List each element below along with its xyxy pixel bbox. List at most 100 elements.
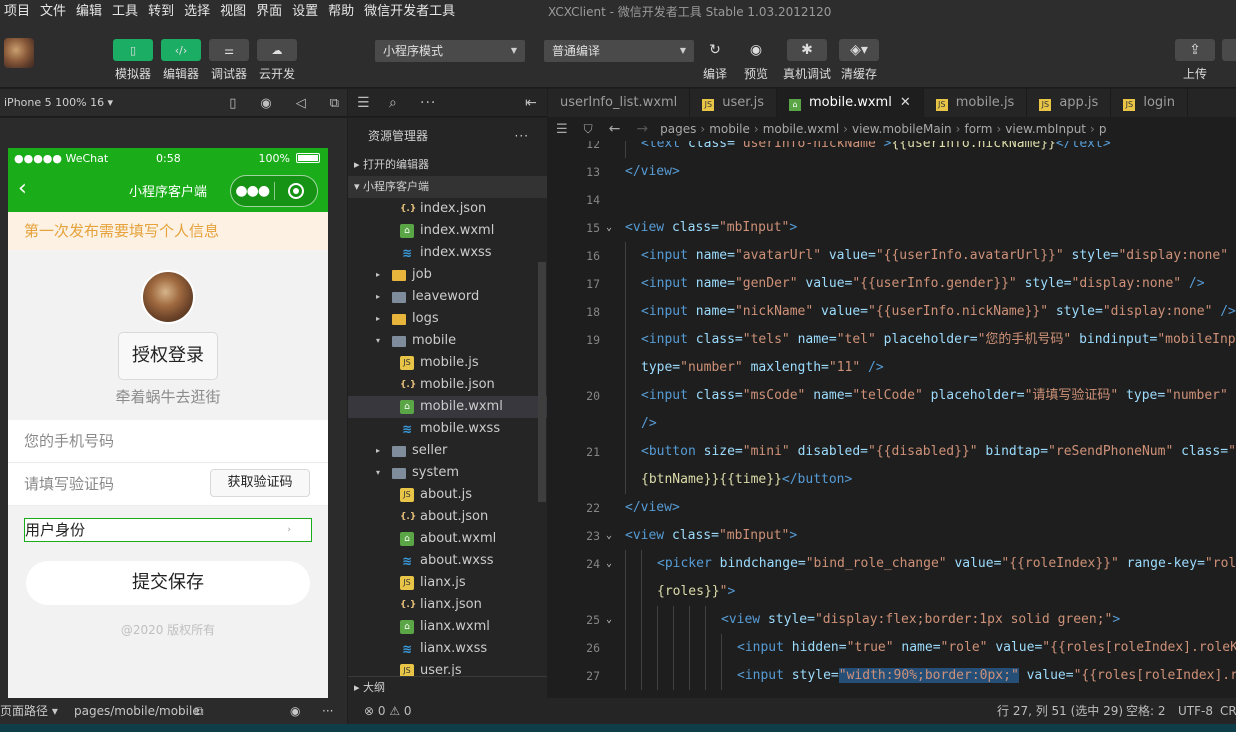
phone-icon[interactable]: ▯ — [229, 96, 236, 111]
device-select[interactable]: iPhone 5 100% 16 ▾ — [0, 96, 113, 109]
cursor-position[interactable]: 行 27, 列 51 (选中 29) — [997, 698, 1123, 724]
menu-item[interactable]: 文件 — [35, 0, 71, 24]
submit-button[interactable]: 提交保存 — [26, 561, 310, 605]
outline-section[interactable]: ▸ 大纲 — [348, 676, 547, 698]
code-line[interactable]: {btnName}}{{time}}</button> — [548, 466, 1236, 494]
tree-file[interactable]: ⌂ about.wxml — [348, 528, 547, 550]
tree-file[interactable]: ≋ about.wxss — [348, 550, 547, 572]
project-avatar[interactable] — [4, 38, 34, 68]
open-editors-section[interactable]: ▸ 打开的编辑器 — [348, 154, 547, 176]
list-icon[interactable]: ☰ — [556, 122, 568, 137]
project-section[interactable]: ▾ 小程序客户端 — [348, 176, 547, 198]
tree-file[interactable]: ≋ mobile.wxss — [348, 418, 547, 440]
code-line[interactable]: 12 <text class="userInfo-nickName">{{user… — [548, 141, 1236, 158]
mode-select[interactable]: 小程序模式 ▼ — [375, 40, 525, 62]
debugger-button[interactable]: ⚌ 调试器 — [209, 39, 249, 82]
chevron-right-icon[interactable]: ▸ — [376, 264, 386, 286]
tree-folder[interactable]: ▾ system — [348, 462, 547, 484]
menu-item[interactable]: 界面 — [251, 0, 287, 24]
phone-input[interactable]: 您的手机号码 — [8, 420, 328, 463]
simulator-button[interactable]: ▯ 模拟器 — [113, 39, 153, 82]
menu-item[interactable]: 转到 — [143, 0, 179, 24]
line-ending[interactable]: CR — [1220, 698, 1236, 724]
version-button[interactable]: ▤ 版 — [1222, 39, 1236, 82]
fold-chevron-icon[interactable]: ⌄ — [606, 606, 612, 634]
code-line[interactable]: type="number" maxlength="11" /> — [548, 354, 1236, 382]
editor-tab[interactable]: userInfo_list.wxml — [548, 89, 691, 117]
editor-tab[interactable]: JS app.js — [1027, 89, 1112, 117]
editor-tab[interactable]: ⌂ mobile.wxml ✕ — [776, 89, 924, 117]
indent-setting[interactable]: 空格: 2 — [1126, 698, 1166, 724]
encoding[interactable]: UTF-8 — [1178, 698, 1213, 724]
problems-indicator[interactable]: ⊗ 0 ⚠ 0 — [364, 698, 412, 724]
code-input[interactable]: 请填写验证码 获取验证码 — [8, 463, 328, 506]
code-line[interactable]: 21 <button size="mini" disabled="{{disabl… — [548, 438, 1236, 466]
close-icon[interactable]: ✕ — [900, 95, 911, 110]
code-line[interactable]: 27 <input style="width:90%;border:0px;" v… — [548, 662, 1236, 690]
code-line[interactable]: 16 <input name="avatarUrl" value="{{userI… — [548, 242, 1236, 270]
cloud-button[interactable]: ☁ 云开发 — [257, 39, 297, 82]
tree-file[interactable]: ≋ index.wxss — [348, 242, 547, 264]
breadcrumb-item[interactable]: view.mbInput — [1005, 122, 1086, 136]
list-icon[interactable]: ☰ — [357, 95, 370, 111]
code-line[interactable]: {roles}}"> — [548, 578, 1236, 606]
fold-chevron-icon[interactable]: ⌄ — [606, 214, 612, 242]
chevron-down-icon[interactable]: ▾ — [376, 330, 386, 352]
get-code-button[interactable]: 获取验证码 — [210, 469, 310, 497]
editor-tab[interactable]: JS login — [1111, 89, 1188, 117]
compile-mode-select[interactable]: 普通编译 ▼ — [544, 40, 694, 62]
tree-file[interactable]: {.} index.json — [348, 198, 547, 220]
editor-tab[interactable]: JS mobile.js — [924, 89, 1028, 117]
auth-login-button[interactable]: 授权登录 — [118, 332, 218, 380]
search-icon[interactable]: ⌕ — [389, 95, 397, 111]
breadcrumb-item[interactable]: view.mobileMain — [852, 122, 952, 136]
code-line[interactable]: 23 ⌄ <view class="mbInput"> — [548, 522, 1236, 550]
code-line[interactable]: 20 <input class="msCode" name="telCode" p… — [548, 382, 1236, 410]
tree-file[interactable]: JS lianx.js — [348, 572, 547, 594]
menu-item[interactable]: 微信开发者工具 — [359, 0, 460, 24]
breadcrumb-item[interactable]: form — [964, 122, 992, 136]
breadcrumb-item[interactable]: mobile — [709, 122, 750, 136]
menu-item[interactable]: 视图 — [215, 0, 251, 24]
tree-folder[interactable]: ▸ seller — [348, 440, 547, 462]
menu-item[interactable]: 选择 — [179, 0, 215, 24]
editor-button[interactable]: ‹/› 编辑器 — [161, 39, 201, 82]
breadcrumb-item[interactable]: pages — [660, 122, 696, 136]
code-line[interactable]: 26 <input hidden="true" name="role" value… — [548, 634, 1236, 662]
tree-file[interactable]: ⌂ mobile.wxml — [348, 396, 547, 418]
code-line[interactable]: 13 </view> — [548, 158, 1236, 186]
tree-file[interactable]: JS about.js — [348, 484, 547, 506]
collapse-panel-icon[interactable]: ⇤ — [525, 95, 537, 111]
code-line[interactable]: 18 <input name="nickName" value="{{userIn… — [548, 298, 1236, 326]
tree-file[interactable]: ⌂ lianx.wxml — [348, 616, 547, 638]
tree-folder[interactable]: ▸ logs — [348, 308, 547, 330]
tree-file[interactable]: JS mobile.js — [348, 352, 547, 374]
tree-file[interactable]: {.} about.json — [348, 506, 547, 528]
breadcrumb-item[interactable]: mobile.wxml — [763, 122, 839, 136]
tree-file[interactable]: ⌂ index.wxml — [348, 220, 547, 242]
code-line[interactable]: 19 <input class="tels" name="tel" placeho… — [548, 326, 1236, 354]
eye-icon[interactable]: ◉ — [290, 698, 300, 724]
tree-folder[interactable]: ▾ mobile — [348, 330, 547, 352]
forward-arrow-icon[interactable]: → — [636, 121, 648, 137]
fold-chevron-icon[interactable]: ⌄ — [606, 550, 612, 578]
code-line[interactable]: 25 ⌄ <view style="display:flex;border:1px … — [548, 606, 1236, 634]
chevron-down-icon[interactable]: ▾ — [376, 462, 386, 484]
volume-icon[interactable]: ◁ — [296, 96, 306, 111]
page-path-select[interactable]: 页面路径 ▾ — [0, 698, 58, 724]
code-line[interactable]: 15 ⌄ <view class="mbInput"> — [548, 214, 1236, 242]
chevron-right-icon[interactable]: ▸ — [376, 308, 386, 330]
fold-chevron-icon[interactable]: ⌄ — [606, 522, 612, 550]
editor-tab[interactable]: JS user.js — [690, 89, 777, 117]
more-dots-icon[interactable]: ●●● — [231, 183, 274, 199]
breadcrumb-item[interactable]: p — [1099, 122, 1107, 136]
chevron-right-icon[interactable]: ▸ — [376, 286, 386, 308]
code-line[interactable]: 24 ⌄ <picker bindchange="bind_role_change"… — [548, 550, 1236, 578]
menu-item[interactable]: 设置 — [287, 0, 323, 24]
preview-button[interactable]: ◉ 预览 — [742, 39, 770, 82]
copy-icon[interactable]: ⧉ — [195, 698, 204, 724]
tree-file[interactable]: ≋ lianx.wxss — [348, 638, 547, 660]
explorer-scrollbar[interactable] — [538, 262, 546, 502]
tree-file[interactable]: {.} mobile.json — [348, 374, 547, 396]
close-target-icon[interactable] — [274, 183, 317, 199]
